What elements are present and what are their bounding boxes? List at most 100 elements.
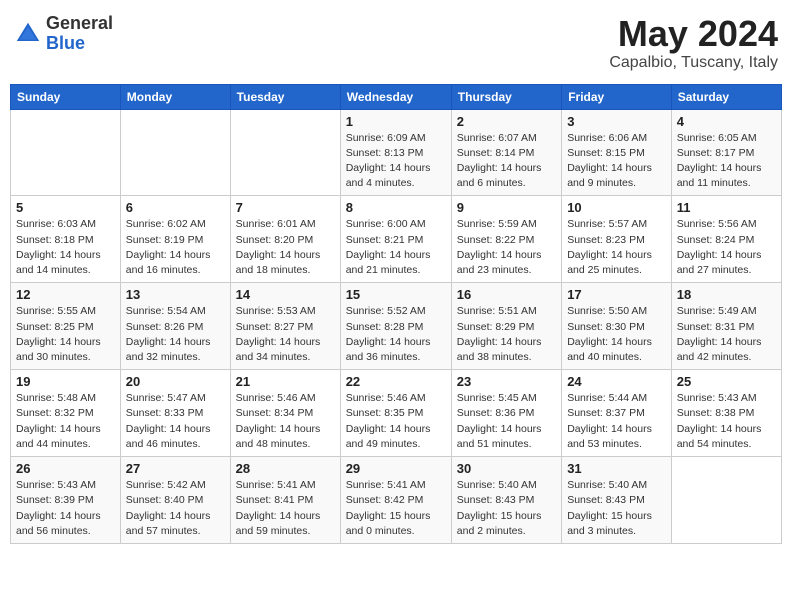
- day-info: Sunrise: 5:43 AM Sunset: 8:38 PM Dayligh…: [677, 391, 776, 452]
- day-number: 30: [457, 461, 556, 476]
- day-info: Sunrise: 5:56 AM Sunset: 8:24 PM Dayligh…: [677, 217, 776, 278]
- day-number: 4: [677, 114, 776, 129]
- day-info: Sunrise: 5:43 AM Sunset: 8:39 PM Dayligh…: [16, 478, 115, 539]
- day-info: Sunrise: 6:02 AM Sunset: 8:19 PM Dayligh…: [126, 217, 225, 278]
- header-tuesday: Tuesday: [230, 84, 340, 109]
- header-wednesday: Wednesday: [340, 84, 451, 109]
- week-row-5: 26 Sunrise: 5:43 AM Sunset: 8:39 PM Dayli…: [11, 457, 782, 544]
- header-saturday: Saturday: [671, 84, 781, 109]
- day-number: 2: [457, 114, 556, 129]
- week-row-3: 12 Sunrise: 5:55 AM Sunset: 8:25 PM Dayli…: [11, 283, 782, 370]
- logo-general-text: General: [46, 14, 113, 34]
- day-info: Sunrise: 5:44 AM Sunset: 8:37 PM Dayligh…: [567, 391, 666, 452]
- day-info: Sunrise: 5:55 AM Sunset: 8:25 PM Dayligh…: [16, 304, 115, 365]
- calendar-cell: [11, 109, 121, 196]
- day-number: 29: [346, 461, 446, 476]
- day-number: 10: [567, 200, 666, 215]
- day-info: Sunrise: 6:05 AM Sunset: 8:17 PM Dayligh…: [677, 131, 776, 192]
- calendar-cell: 16 Sunrise: 5:51 AM Sunset: 8:29 PM Dayli…: [451, 283, 561, 370]
- day-number: 12: [16, 287, 115, 302]
- logo-blue-text: Blue: [46, 34, 113, 54]
- day-number: 17: [567, 287, 666, 302]
- day-number: 11: [677, 200, 776, 215]
- calendar-cell: 19 Sunrise: 5:48 AM Sunset: 8:32 PM Dayli…: [11, 370, 121, 457]
- calendar-cell: 5Sunrise: 6:03 AM Sunset: 8:18 PM Daylig…: [11, 196, 121, 283]
- week-row-2: 5Sunrise: 6:03 AM Sunset: 8:18 PM Daylig…: [11, 196, 782, 283]
- calendar-cell: [230, 109, 340, 196]
- day-info: Sunrise: 6:01 AM Sunset: 8:20 PM Dayligh…: [236, 217, 335, 278]
- day-info: Sunrise: 5:49 AM Sunset: 8:31 PM Dayligh…: [677, 304, 776, 365]
- day-number: 25: [677, 374, 776, 389]
- calendar-cell: 1Sunrise: 6:09 AM Sunset: 8:13 PM Daylig…: [340, 109, 451, 196]
- calendar-cell: 12 Sunrise: 5:55 AM Sunset: 8:25 PM Dayli…: [11, 283, 121, 370]
- day-number: 26: [16, 461, 115, 476]
- calendar-cell: 26 Sunrise: 5:43 AM Sunset: 8:39 PM Dayli…: [11, 457, 121, 544]
- calendar-cell: 13 Sunrise: 5:54 AM Sunset: 8:26 PM Dayli…: [120, 283, 230, 370]
- day-info: Sunrise: 5:59 AM Sunset: 8:22 PM Dayligh…: [457, 217, 556, 278]
- day-number: 19: [16, 374, 115, 389]
- day-number: 22: [346, 374, 446, 389]
- day-number: 14: [236, 287, 335, 302]
- day-info: Sunrise: 5:52 AM Sunset: 8:28 PM Dayligh…: [346, 304, 446, 365]
- logo: General Blue: [14, 14, 113, 54]
- location-subtitle: Capalbio, Tuscany, Italy: [609, 54, 778, 72]
- day-info: Sunrise: 6:07 AM Sunset: 8:14 PM Dayligh…: [457, 131, 556, 192]
- calendar-cell: 7 Sunrise: 6:01 AM Sunset: 8:20 PM Daylig…: [230, 196, 340, 283]
- day-info: Sunrise: 6:06 AM Sunset: 8:15 PM Dayligh…: [567, 131, 666, 192]
- day-number: 18: [677, 287, 776, 302]
- day-number: 23: [457, 374, 556, 389]
- day-number: 15: [346, 287, 446, 302]
- day-info: Sunrise: 5:48 AM Sunset: 8:32 PM Dayligh…: [16, 391, 115, 452]
- calendar-cell: 30 Sunrise: 5:40 AM Sunset: 8:43 PM Dayli…: [451, 457, 561, 544]
- day-info: Sunrise: 5:45 AM Sunset: 8:36 PM Dayligh…: [457, 391, 556, 452]
- calendar-cell: 15 Sunrise: 5:52 AM Sunset: 8:28 PM Dayli…: [340, 283, 451, 370]
- calendar-cell: 6 Sunrise: 6:02 AM Sunset: 8:19 PM Daylig…: [120, 196, 230, 283]
- day-number: 7: [236, 200, 335, 215]
- day-info: Sunrise: 5:50 AM Sunset: 8:30 PM Dayligh…: [567, 304, 666, 365]
- title-block: May 2024 Capalbio, Tuscany, Italy: [609, 14, 778, 72]
- calendar-cell: [120, 109, 230, 196]
- calendar-cell: 10 Sunrise: 5:57 AM Sunset: 8:23 PM Dayli…: [562, 196, 672, 283]
- calendar-cell: 31Sunrise: 5:40 AM Sunset: 8:43 PM Dayli…: [562, 457, 672, 544]
- day-info: Sunrise: 5:57 AM Sunset: 8:23 PM Dayligh…: [567, 217, 666, 278]
- day-info: Sunrise: 5:42 AM Sunset: 8:40 PM Dayligh…: [126, 478, 225, 539]
- day-number: 16: [457, 287, 556, 302]
- day-number: 6: [126, 200, 225, 215]
- day-number: 28: [236, 461, 335, 476]
- calendar-cell: 17 Sunrise: 5:50 AM Sunset: 8:30 PM Dayli…: [562, 283, 672, 370]
- calendar-cell: 11 Sunrise: 5:56 AM Sunset: 8:24 PM Dayli…: [671, 196, 781, 283]
- calendar-cell: 14Sunrise: 5:53 AM Sunset: 8:27 PM Dayli…: [230, 283, 340, 370]
- calendar-cell: 25 Sunrise: 5:43 AM Sunset: 8:38 PM Dayli…: [671, 370, 781, 457]
- calendar-cell: 29Sunrise: 5:41 AM Sunset: 8:42 PM Dayli…: [340, 457, 451, 544]
- day-number: 13: [126, 287, 225, 302]
- calendar-cell: 21Sunrise: 5:46 AM Sunset: 8:34 PM Dayli…: [230, 370, 340, 457]
- day-info: Sunrise: 5:40 AM Sunset: 8:43 PM Dayligh…: [457, 478, 556, 539]
- calendar-table: SundayMondayTuesdayWednesdayThursdayFrid…: [10, 84, 782, 544]
- day-info: Sunrise: 5:41 AM Sunset: 8:41 PM Dayligh…: [236, 478, 335, 539]
- day-number: 3: [567, 114, 666, 129]
- day-info: Sunrise: 6:00 AM Sunset: 8:21 PM Dayligh…: [346, 217, 446, 278]
- day-number: 20: [126, 374, 225, 389]
- calendar-cell: 8 Sunrise: 6:00 AM Sunset: 8:21 PM Daylig…: [340, 196, 451, 283]
- day-number: 8: [346, 200, 446, 215]
- day-number: 27: [126, 461, 225, 476]
- day-info: Sunrise: 5:51 AM Sunset: 8:29 PM Dayligh…: [457, 304, 556, 365]
- calendar-cell: 18 Sunrise: 5:49 AM Sunset: 8:31 PM Dayli…: [671, 283, 781, 370]
- page-header: General Blue May 2024 Capalbio, Tuscany,…: [10, 10, 782, 76]
- calendar-cell: 24 Sunrise: 5:44 AM Sunset: 8:37 PM Dayli…: [562, 370, 672, 457]
- calendar-cell: 4 Sunrise: 6:05 AM Sunset: 8:17 PM Daylig…: [671, 109, 781, 196]
- calendar-cell: 2 Sunrise: 6:07 AM Sunset: 8:14 PM Daylig…: [451, 109, 561, 196]
- calendar-cell: 9Sunrise: 5:59 AM Sunset: 8:22 PM Daylig…: [451, 196, 561, 283]
- calendar-cell: 27 Sunrise: 5:42 AM Sunset: 8:40 PM Dayli…: [120, 457, 230, 544]
- calendar-cell: 23 Sunrise: 5:45 AM Sunset: 8:36 PM Dayli…: [451, 370, 561, 457]
- day-info: Sunrise: 6:03 AM Sunset: 8:18 PM Dayligh…: [16, 217, 115, 278]
- calendar-cell: 20Sunrise: 5:47 AM Sunset: 8:33 PM Dayli…: [120, 370, 230, 457]
- day-info: Sunrise: 5:40 AM Sunset: 8:43 PM Dayligh…: [567, 478, 666, 539]
- calendar-cell: 28 Sunrise: 5:41 AM Sunset: 8:41 PM Dayli…: [230, 457, 340, 544]
- header-monday: Monday: [120, 84, 230, 109]
- day-number: 1: [346, 114, 446, 129]
- day-number: 24: [567, 374, 666, 389]
- day-number: 21: [236, 374, 335, 389]
- header-friday: Friday: [562, 84, 672, 109]
- day-info: Sunrise: 5:54 AM Sunset: 8:26 PM Dayligh…: [126, 304, 225, 365]
